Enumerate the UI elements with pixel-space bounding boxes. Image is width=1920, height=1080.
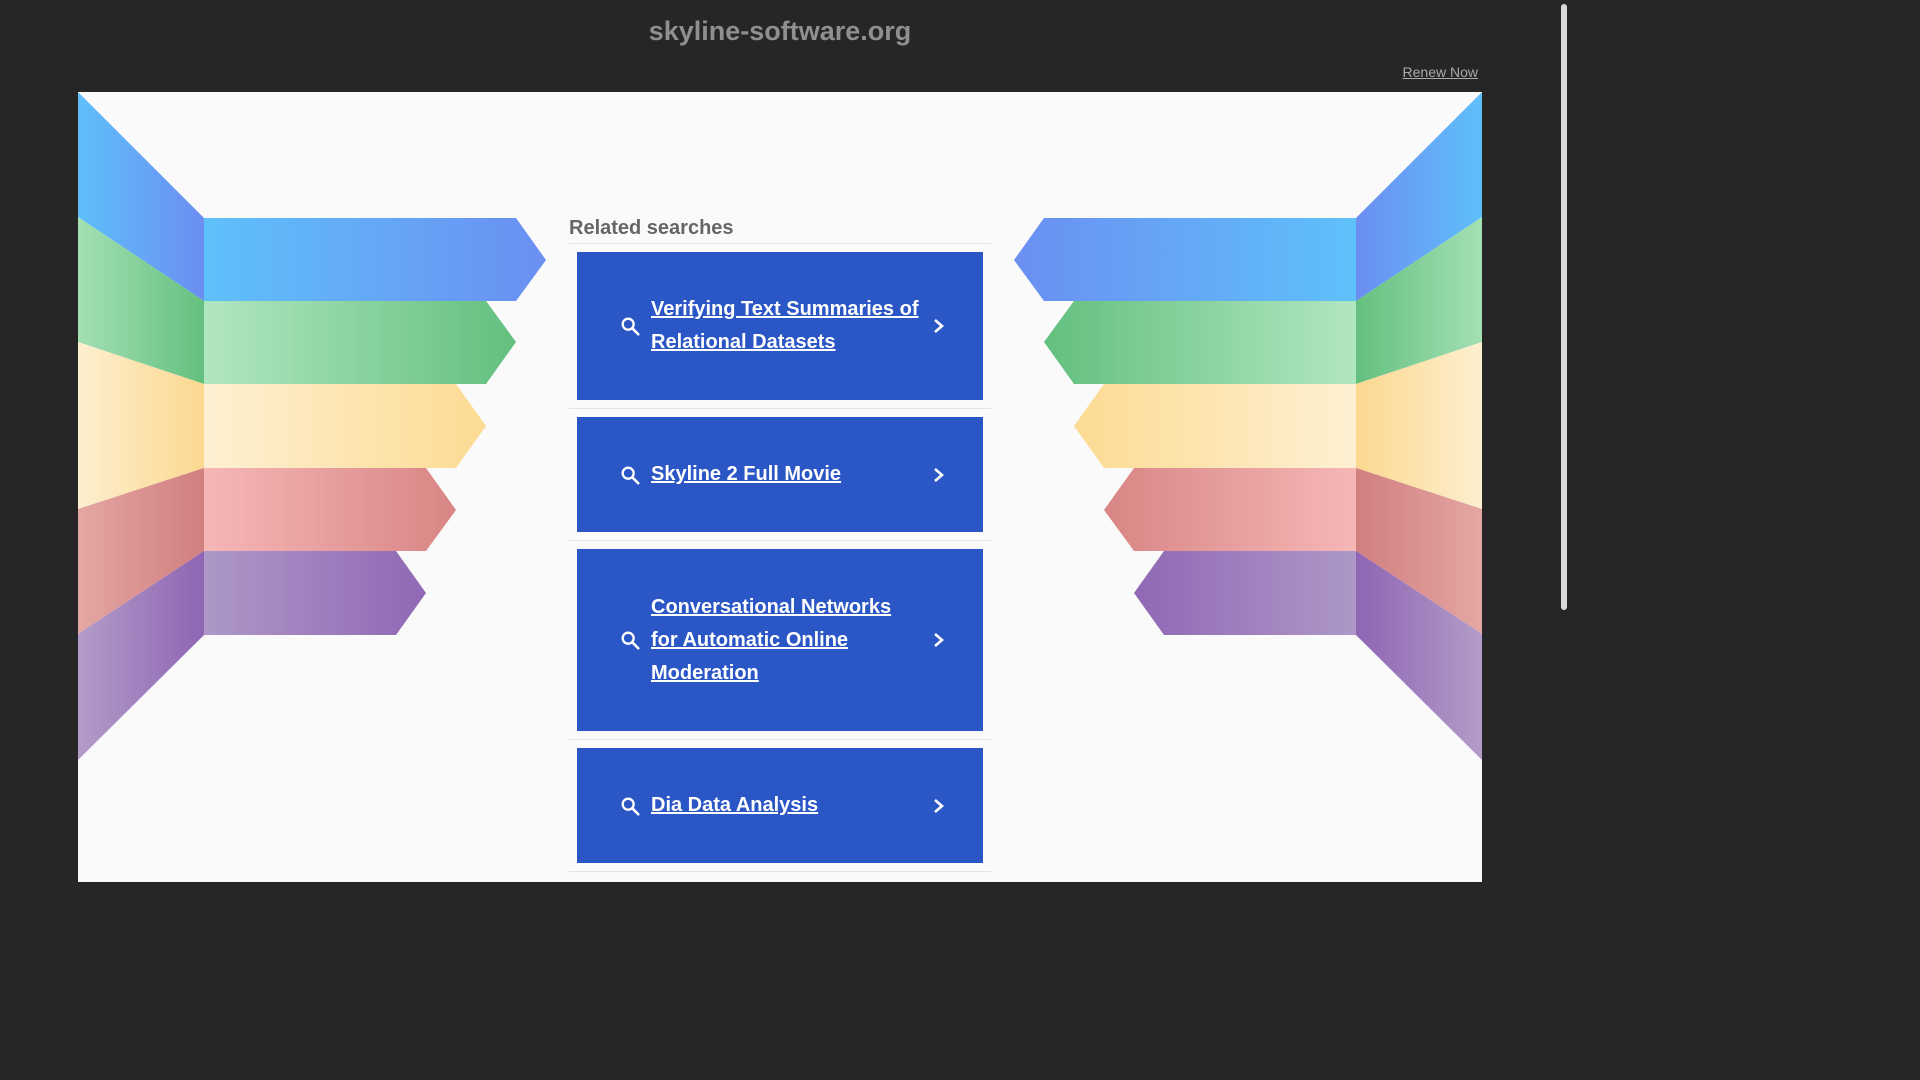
list-item: Conversational Networks for Automatic On…	[569, 541, 991, 740]
landing-panel: Related searches Verifying Text Summarie…	[78, 92, 1482, 882]
scrollbar-thumb[interactable]	[1561, 4, 1567, 610]
search-icon	[621, 631, 640, 650]
domain-title: skyline-software.org	[648, 16, 912, 46]
related-search-label: Verifying Text Summaries of Relational D…	[651, 298, 919, 353]
related-searches: Related searches Verifying Text Summarie…	[569, 212, 991, 872]
list-item: Skyline 2 Full Movie	[569, 409, 991, 541]
related-search-label: Conversational Networks for Automatic On…	[651, 595, 892, 684]
related-search-link[interactable]: Skyline 2 Full Movie	[577, 417, 983, 532]
chevron-right-icon	[934, 633, 944, 647]
related-search-link[interactable]: Conversational Networks for Automatic On…	[577, 549, 983, 731]
search-icon	[621, 466, 640, 485]
related-searches-heading: Related searches	[569, 212, 991, 244]
search-icon	[621, 797, 640, 816]
chevron-right-icon	[934, 467, 944, 482]
related-search-label: Dia Data Analysis	[651, 794, 819, 816]
chevron-right-icon	[934, 319, 944, 333]
related-search-link[interactable]: Verifying Text Summaries of Relational D…	[577, 252, 983, 400]
search-icon	[621, 317, 640, 336]
list-item: Dia Data Analysis	[569, 740, 991, 872]
related-search-label: Skyline 2 Full Movie	[651, 463, 842, 485]
renew-now-link[interactable]: Renew Now	[1403, 64, 1478, 80]
chevron-right-icon	[934, 798, 944, 813]
list-item: Verifying Text Summaries of Relational D…	[569, 244, 991, 409]
related-search-link[interactable]: Dia Data Analysis	[577, 748, 983, 863]
vertical-scrollbar[interactable]	[1560, 0, 1568, 882]
